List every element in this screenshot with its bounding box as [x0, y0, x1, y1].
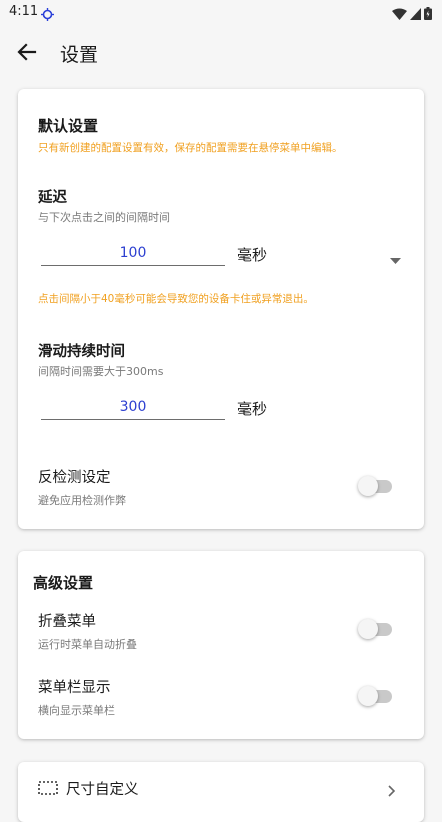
back-arrow-icon[interactable]: [14, 39, 40, 65]
default-settings-card: 默认设置 只有新创建的配置设置有效，保存的配置需要在悬停菜单中编辑。 延迟 与下…: [18, 89, 424, 529]
swipe-duration-unit: 毫秒: [237, 400, 268, 418]
toggle-thumb: [358, 686, 378, 706]
delay-dropdown-icon[interactable]: [390, 250, 401, 269]
advanced-settings-card: 高级设置 折叠菜单 运行时菜单自动折叠 菜单栏显示 横向显示菜单栏: [18, 551, 424, 739]
size-custom-title: 尺寸自定义: [66, 782, 139, 798]
chevron-right-icon: [388, 782, 396, 801]
swipe-duration-title: 滑动持续时间: [38, 344, 125, 360]
anti-detect-title: 反检测设定: [38, 470, 111, 486]
fold-menu-toggle[interactable]: [358, 618, 394, 640]
status-bar: 4:11: [0, 0, 442, 26]
default-settings-title: 默认设置: [38, 117, 99, 135]
size-custom-card[interactable]: 尺寸自定义: [18, 762, 424, 822]
default-settings-note: 只有新创建的配置设置有效，保存的配置需要在悬停菜单中编辑。: [38, 142, 343, 154]
anti-detect-toggle[interactable]: [358, 475, 394, 497]
menu-bar-toggle[interactable]: [358, 685, 394, 707]
delay-input[interactable]: 100: [41, 242, 225, 266]
swipe-duration-subtitle: 间隔时间需要大于300ms: [38, 365, 164, 378]
anti-detect-subtitle: 避免应用检测作弊: [38, 494, 126, 507]
app-bar: 设置: [0, 26, 442, 78]
delay-subtitle: 与下次点击之间的间隔时间: [38, 211, 170, 224]
delay-unit: 毫秒: [237, 246, 268, 264]
menu-bar-title: 菜单栏显示: [38, 680, 111, 696]
wifi-icon: [392, 5, 407, 24]
menu-bar-subtitle: 横向显示菜单栏: [38, 704, 115, 717]
battery-icon: [424, 5, 432, 24]
signal-icon: [410, 5, 421, 24]
location-icon: [41, 6, 54, 25]
status-time: 4:11: [9, 4, 39, 19]
fold-menu-title: 折叠菜单: [38, 614, 96, 630]
size-icon: [38, 780, 58, 799]
advanced-settings-title: 高级设置: [33, 574, 94, 592]
toggle-thumb: [358, 476, 378, 496]
delay-warning: 点击间隔小于40毫秒可能会导致您的设备卡住或异常退出。: [38, 293, 314, 305]
delay-title: 延迟: [38, 190, 67, 206]
toggle-thumb: [358, 619, 378, 639]
page-title: 设置: [60, 44, 99, 66]
swipe-duration-input[interactable]: 300: [41, 396, 225, 420]
fold-menu-subtitle: 运行时菜单自动折叠: [38, 638, 137, 651]
